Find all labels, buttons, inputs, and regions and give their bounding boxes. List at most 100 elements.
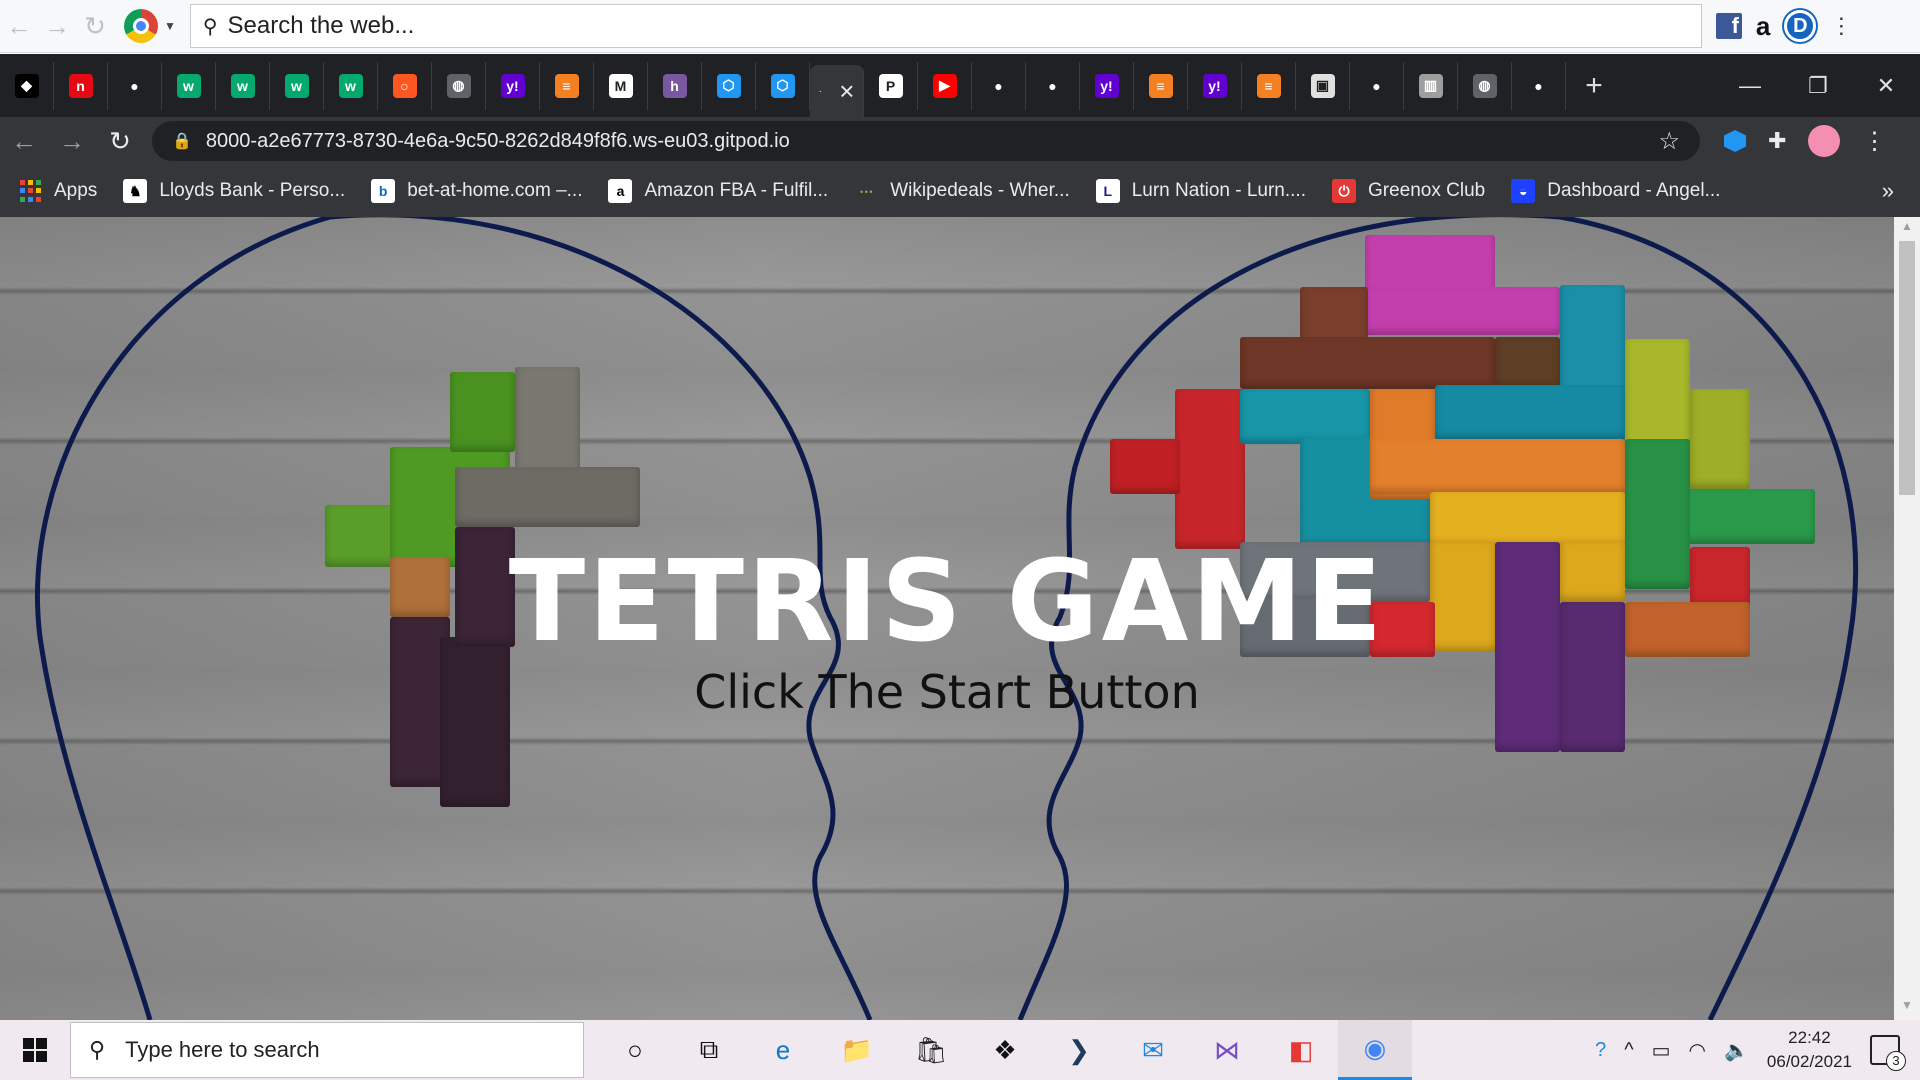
- file-explorer-icon[interactable]: 📁: [820, 1020, 894, 1080]
- page-scrollbar[interactable]: ▲ ▼: [1894, 217, 1920, 1020]
- close-window-button[interactable]: ✕: [1852, 73, 1920, 99]
- chevron-up-icon[interactable]: ^: [1624, 1039, 1633, 1062]
- github-icon: ●: [122, 73, 147, 98]
- bookmark-label: Lurn Nation - Lurn....: [1131, 180, 1306, 201]
- tab-gmail[interactable]: M: [594, 61, 648, 110]
- pinterest-icon: P: [878, 73, 903, 98]
- help-icon[interactable]: ?: [1595, 1039, 1606, 1062]
- windows-taskbar: ⚲ Type here to search ○ ⧉ e 📁 🛍 ❖ ❯ ✉ ⋈ ◧ ◉ ? ^ ▭ …: [0, 1020, 1920, 1080]
- menu-dots-icon[interactable]: ⋮: [1830, 13, 1852, 39]
- tab-stackoverflow[interactable]: ≡: [1242, 61, 1296, 110]
- github-icon: ●: [1364, 73, 1389, 98]
- web-search-input[interactable]: ⚲ Search the web...: [189, 4, 1702, 48]
- tab-github[interactable]: ●: [1512, 61, 1566, 110]
- amazon-icon[interactable]: a: [1756, 11, 1770, 42]
- forward-disabled-icon: →: [44, 10, 70, 41]
- profile-d-icon[interactable]: D: [1784, 10, 1817, 42]
- cortana-icon[interactable]: ○: [598, 1020, 672, 1080]
- search-icon: ⚲: [202, 15, 218, 38]
- facebook-icon[interactable]: f: [1715, 13, 1742, 39]
- tab-gitpod[interactable]: ⬡: [756, 61, 810, 110]
- tab-reader[interactable]: ▥: [1404, 61, 1458, 110]
- tab-w3schools[interactable]: w: [324, 61, 378, 110]
- tab-youtube[interactable]: ▶: [918, 61, 972, 110]
- clock-date: 06/02/2021: [1766, 1052, 1852, 1071]
- bookmark-item[interactable]: ♞ Lloyds Bank - Perso...: [123, 179, 345, 203]
- url-text[interactable]: 8000-a2e67773-8730-4e6a-9c50-8262d849f8f…: [206, 130, 790, 153]
- tab-github[interactable]: ●: [1026, 61, 1080, 110]
- globe-icon: ◍: [1472, 73, 1497, 98]
- youtube-icon: ▶: [932, 73, 957, 98]
- tab-w3schools[interactable]: w: [270, 61, 324, 110]
- tab-w3schools[interactable]: w: [216, 61, 270, 110]
- scroll-up-arrow-icon[interactable]: ▲: [1894, 219, 1920, 239]
- notification-center-icon[interactable]: 3: [1870, 1035, 1906, 1071]
- edge-icon[interactable]: e: [746, 1020, 820, 1080]
- taskbar-search-input[interactable]: ⚲ Type here to search: [70, 1022, 584, 1078]
- stackoverflow-icon: ≡: [1148, 73, 1173, 98]
- chrome-icon[interactable]: ◉: [1338, 1020, 1412, 1080]
- bookmarks-overflow-button[interactable]: »: [1882, 178, 1894, 204]
- bookmark-apps[interactable]: Apps: [20, 180, 97, 202]
- tab-github[interactable]: ●: [108, 61, 162, 110]
- bookmark-item[interactable]: ⋯ Wikipedeals - Wher...: [854, 179, 1070, 203]
- visual-studio-icon[interactable]: ⋈: [1190, 1020, 1264, 1080]
- tab-netflix[interactable]: n: [54, 61, 108, 110]
- chevron-down-icon[interactable]: ▼: [164, 19, 176, 33]
- chrome-menu-icon[interactable]: ⋮: [1862, 127, 1886, 156]
- scroll-down-arrow-icon[interactable]: ▼: [1894, 998, 1920, 1018]
- url-bar[interactable]: 🔒 8000-a2e67773-8730-4e6a-9c50-8262d849f…: [152, 121, 1700, 161]
- web-search-placeholder: Search the web...: [227, 12, 415, 39]
- reload-button[interactable]: ↻: [96, 126, 144, 157]
- profile-avatar[interactable]: [1808, 125, 1841, 157]
- back-button[interactable]: ←: [0, 126, 48, 157]
- tab-w3schools[interactable]: w: [162, 61, 216, 110]
- task-view-icon[interactable]: ⧉: [672, 1020, 746, 1080]
- tab-yahoo[interactable]: y!: [1188, 61, 1242, 110]
- gitpod-extension-icon[interactable]: [1724, 130, 1746, 152]
- bookmark-item[interactable]: ⏻ Greenox Club: [1331, 179, 1485, 203]
- bookmark-item[interactable]: b bet-at-home.com –...: [371, 179, 582, 203]
- tab-github[interactable]: ●: [972, 61, 1026, 110]
- chrome-logo-icon[interactable]: [124, 9, 158, 43]
- tab-github[interactable]: ●: [1350, 61, 1404, 110]
- bookmark-star-icon[interactable]: ☆: [1658, 127, 1680, 156]
- tab-stackoverflow[interactable]: ≡: [540, 61, 594, 110]
- start-button[interactable]: [0, 1038, 70, 1062]
- tab-streamlabs[interactable]: ◆: [0, 61, 54, 110]
- bookmark-item[interactable]: a Amazon FBA - Fulfil...: [608, 179, 828, 203]
- lock-icon[interactable]: 🔒: [172, 131, 192, 151]
- volume-icon[interactable]: 🔈: [1724, 1038, 1749, 1063]
- tab-heroku[interactable]: h: [648, 61, 702, 110]
- tab-active-gitpod[interactable]: · ×: [810, 65, 864, 117]
- scrollbar-thumb[interactable]: [1899, 241, 1915, 495]
- doc-icon: ▣: [1310, 73, 1335, 98]
- tab-pinterest[interactable]: P: [864, 61, 918, 110]
- reload-disabled-icon: ↻: [84, 10, 106, 41]
- tab-orange[interactable]: ○: [378, 61, 432, 110]
- store-icon[interactable]: 🛍: [894, 1020, 968, 1080]
- clock[interactable]: 22:42 06/02/2021: [1767, 1026, 1852, 1074]
- tab-yahoo[interactable]: y!: [486, 61, 540, 110]
- office-icon[interactable]: ◧: [1264, 1020, 1338, 1080]
- dropbox-icon[interactable]: ❖: [968, 1020, 1042, 1080]
- bookmark-item[interactable]: ◒ Dashboard - Angel...: [1511, 179, 1720, 203]
- battery-icon[interactable]: ▭: [1652, 1038, 1671, 1063]
- forward-button[interactable]: →: [48, 126, 96, 157]
- minimize-button[interactable]: —: [1716, 73, 1784, 99]
- tab-doc[interactable]: ▣: [1296, 61, 1350, 110]
- wifi-icon[interactable]: ◠: [1689, 1038, 1706, 1063]
- tab-yahoo[interactable]: y!: [1080, 61, 1134, 110]
- mail-icon[interactable]: ✉: [1116, 1020, 1190, 1080]
- bookmark-item[interactable]: L Lurn Nation - Lurn....: [1095, 179, 1306, 203]
- restore-button[interactable]: ❐: [1784, 73, 1852, 99]
- tab-globe[interactable]: ◍: [432, 61, 486, 110]
- extensions-puzzle-icon[interactable]: ✚: [1768, 128, 1786, 154]
- tab-globe[interactable]: ◍: [1458, 61, 1512, 110]
- powershell-icon[interactable]: ❯: [1042, 1020, 1116, 1080]
- github-icon: ●: [1040, 73, 1065, 98]
- new-tab-button[interactable]: +: [1566, 69, 1622, 103]
- tab-gitpod[interactable]: ⬡: [702, 61, 756, 110]
- tab-stackoverflow[interactable]: ≡: [1134, 61, 1188, 110]
- tab-close-icon[interactable]: ×: [839, 76, 854, 107]
